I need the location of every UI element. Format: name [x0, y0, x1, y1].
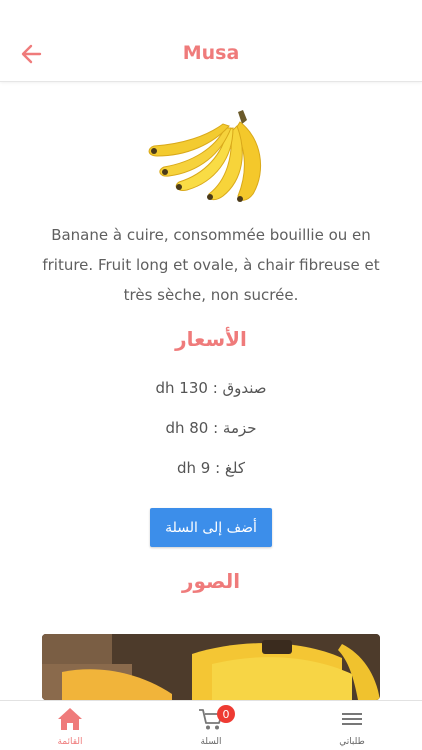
tab-my-orders[interactable]: طلباتي: [282, 701, 422, 750]
tab-cart[interactable]: 0 السلة: [141, 701, 281, 750]
tab-cart-label: السلة: [200, 737, 222, 747]
banana-bunch-image: [148, 110, 262, 202]
page-title: Musa: [182, 42, 240, 64]
add-to-cart-button[interactable]: أضف إلى السلة: [150, 508, 272, 547]
tab-menu[interactable]: القائمة: [0, 701, 140, 750]
home-icon: [58, 708, 82, 730]
product-detail: Banane à cuire, consommée bouillie ou en…: [0, 83, 422, 700]
menu-lines-icon: [342, 713, 362, 725]
photo-gallery-image[interactable]: [42, 634, 380, 700]
cart-count-badge: 0: [217, 705, 235, 723]
photos-heading: الصور: [181, 569, 241, 593]
banana-photo: [42, 634, 380, 700]
bottom-tab-bar: القائمة 0 السلة طلباتي: [0, 700, 422, 750]
tab-my-orders-label: طلباتي: [339, 737, 365, 747]
product-description: Banane à cuire, consommée bouillie ou en…: [42, 226, 380, 304]
app-header: Musa: [0, 0, 422, 82]
price-row-box: صندوق : 130 dh: [155, 379, 267, 397]
price-row-bunch: حزمة : 80 dh: [165, 419, 257, 437]
prices-heading: الأسعار: [175, 327, 247, 351]
tab-menu-label: القائمة: [57, 737, 83, 747]
price-row-kg: كلغ : 9 dh: [176, 459, 246, 477]
